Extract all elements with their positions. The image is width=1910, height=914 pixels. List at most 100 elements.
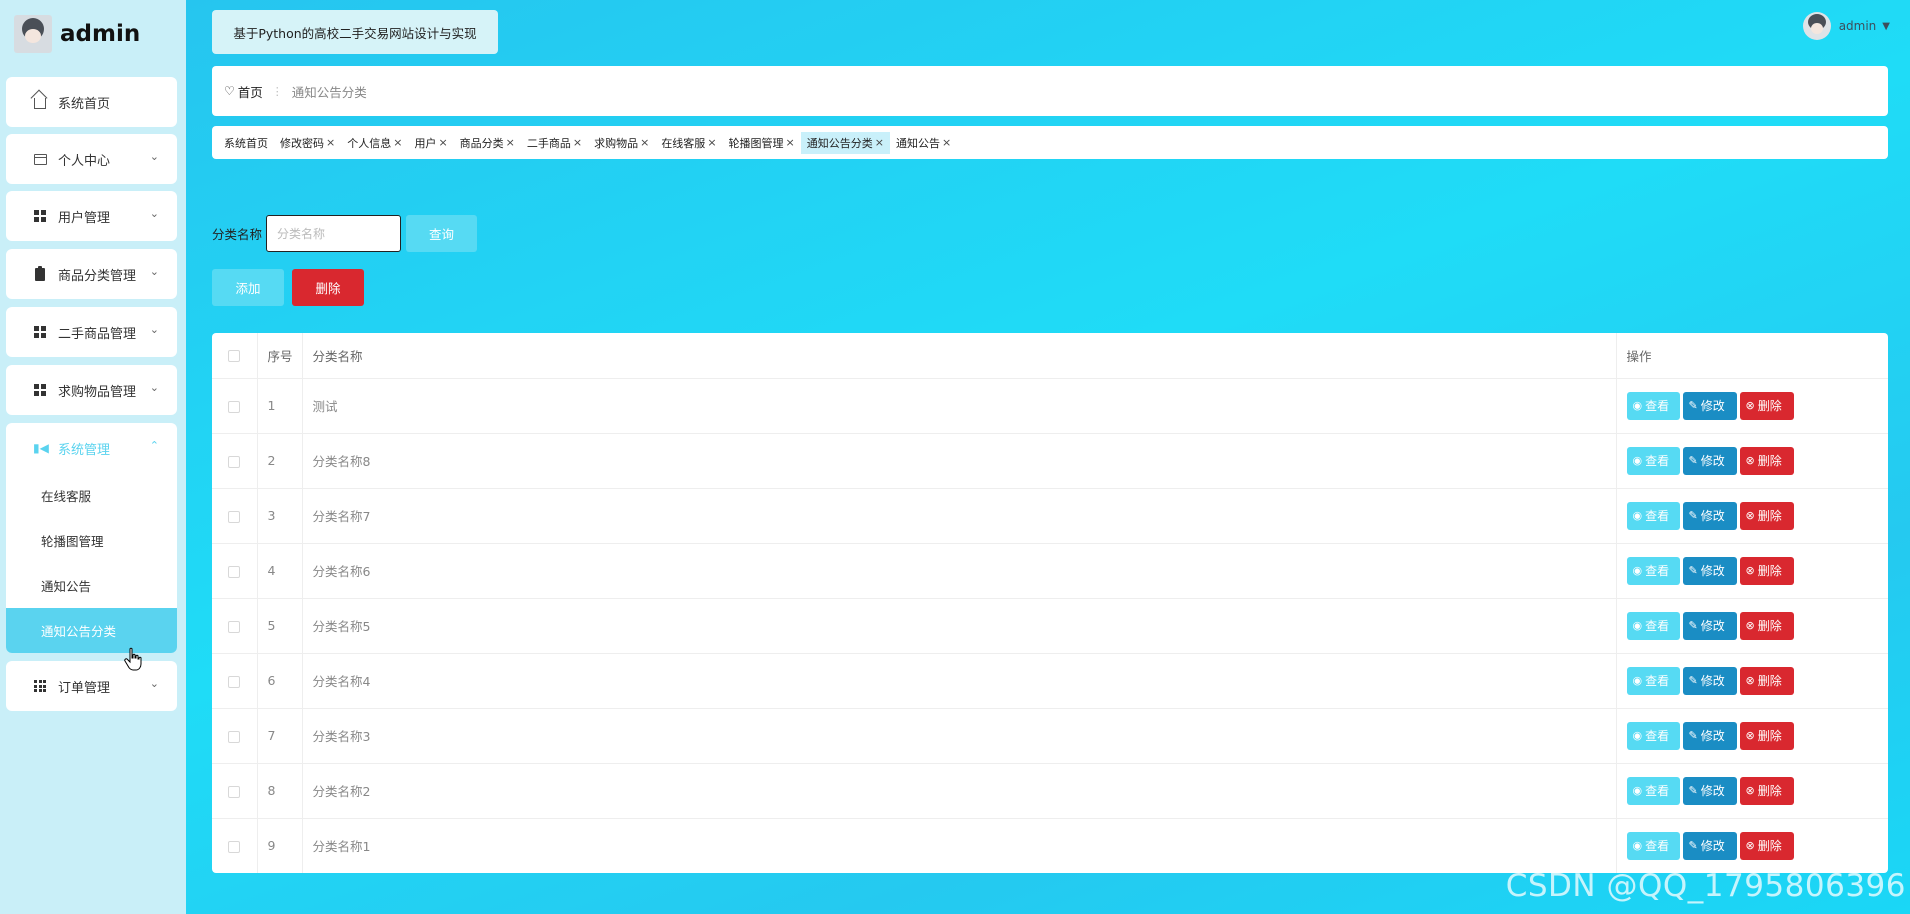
add-button[interactable]: 添加 (212, 269, 284, 306)
delete-button[interactable]: ⊗ 删除 (1739, 776, 1794, 805)
tab-item[interactable]: 轮播图管理 × (723, 132, 801, 154)
batch-delete-button[interactable]: 删除 (292, 269, 364, 306)
select-all-checkbox[interactable] (228, 350, 241, 363)
row-checkbox[interactable] (228, 400, 241, 413)
sidebar-item-user-management[interactable]: 用户管理 ⌄ (6, 191, 177, 241)
view-button[interactable]: ◉ 查看 (1626, 446, 1680, 475)
main-area: 基于Python的高校二手交易网站设计与实现 admin ▼ ♡ 首页 ⋮ 通知… (186, 0, 1910, 914)
close-icon[interactable]: × (393, 136, 402, 149)
tab-item[interactable]: 用户 × (408, 132, 453, 154)
column-header-ops: 操作 (1616, 333, 1888, 379)
edit-button[interactable]: ✎ 修改 (1682, 556, 1737, 585)
row-checkbox[interactable] (228, 840, 241, 853)
edit-label: 修改 (1700, 399, 1725, 413)
close-icon[interactable]: × (640, 136, 649, 149)
sidebar-item-order-management[interactable]: 订单管理 ⌄ (6, 661, 177, 711)
sidebar-item-home[interactable]: 系统首页 (6, 77, 177, 127)
tab-item[interactable]: 在线客服 × (655, 132, 722, 154)
view-button[interactable]: ◉ 查看 (1626, 831, 1680, 860)
edit-label: 修改 (1700, 839, 1725, 853)
view-button[interactable]: ◉ 查看 (1626, 776, 1680, 805)
delete-button[interactable]: ⊗ 删除 (1739, 556, 1794, 585)
sidebar-subitem-notice-category[interactable]: 通知公告分类 (6, 608, 177, 653)
close-icon[interactable]: × (786, 136, 795, 149)
tab-label: 个人信息 (347, 136, 392, 150)
tab-item[interactable]: 二手商品 × (521, 132, 588, 154)
search-input[interactable] (266, 215, 402, 252)
edit-button[interactable]: ✎ 修改 (1682, 666, 1737, 695)
breadcrumb-home[interactable]: 首页 (238, 82, 263, 101)
edit-button[interactable]: ✎ 修改 (1682, 446, 1737, 475)
close-icon[interactable]: × (438, 136, 447, 149)
delete-button[interactable]: ⊗ 删除 (1739, 831, 1794, 860)
circle-x-icon: ⊗ (1745, 674, 1755, 687)
close-icon[interactable]: × (326, 136, 335, 149)
sidebar-item-label: 商品分类管理 (58, 268, 137, 284)
delete-button[interactable]: ⊗ 删除 (1739, 666, 1794, 695)
delete-label: 删除 (1757, 564, 1782, 578)
row-checkbox[interactable] (228, 620, 241, 633)
edit-button[interactable]: ✎ 修改 (1682, 776, 1737, 805)
view-button[interactable]: ◉ 查看 (1626, 721, 1680, 750)
tab-item[interactable]: 个人信息 × (341, 132, 408, 154)
circle-x-icon: ⊗ (1745, 619, 1755, 632)
edit-button[interactable]: ✎ 修改 (1682, 831, 1737, 860)
edit-button[interactable]: ✎ 修改 (1682, 391, 1737, 420)
tab-item[interactable]: 通知公告分类 × (800, 131, 890, 154)
user-menu[interactable]: admin ▼ (1802, 12, 1890, 40)
tab-item[interactable]: 修改密码 × (274, 132, 341, 154)
delete-label: 删除 (1757, 454, 1782, 468)
delete-button[interactable]: ⊗ 删除 (1739, 501, 1794, 530)
sidebar-item-wanted-items[interactable]: 求购物品管理 ⌄ (6, 365, 177, 415)
sidebar-item-system-management[interactable]: ▮◀ 系统管理 ⌃ (6, 423, 177, 473)
sidebar-item-label: 用户管理 (58, 210, 111, 226)
delete-button[interactable]: ⊗ 删除 (1739, 611, 1794, 640)
row-index: 8 (257, 763, 303, 819)
table-row: 5 分类名称5 ◉ 查看 ✎ 修改 ⊗ 删除 (212, 598, 1888, 654)
view-button[interactable]: ◉ 查看 (1626, 556, 1680, 585)
row-checkbox[interactable] (228, 565, 241, 578)
sidebar-subitem-notice[interactable]: 通知公告 (6, 563, 177, 608)
delete-button[interactable]: ⊗ 删除 (1739, 391, 1794, 420)
edit-button[interactable]: ✎ 修改 (1682, 501, 1737, 530)
view-label: 查看 (1645, 839, 1670, 853)
view-button[interactable]: ◉ 查看 (1626, 391, 1680, 420)
sidebar-subitem-online-service[interactable]: 在线客服 (6, 473, 177, 518)
row-checkbox[interactable] (228, 675, 241, 688)
tab-item[interactable]: 求购物品 × (588, 132, 655, 154)
edit-button[interactable]: ✎ 修改 (1682, 611, 1737, 640)
view-button[interactable]: ◉ 查看 (1626, 666, 1680, 695)
sidebar-item-secondhand-goods[interactable]: 二手商品管理 ⌄ (6, 307, 177, 357)
row-ops: ◉ 查看 ✎ 修改 ⊗ 删除 (1616, 488, 1888, 544)
tab-item[interactable]: 系统首页 (218, 132, 274, 154)
delete-button[interactable]: ⊗ 删除 (1739, 721, 1794, 750)
tab-item[interactable]: 通知公告 × (890, 132, 957, 154)
tab-item[interactable]: 商品分类 × (454, 132, 521, 154)
row-checkbox[interactable] (228, 455, 241, 468)
row-checkbox[interactable] (228, 785, 241, 798)
query-button[interactable]: 查询 (406, 215, 478, 252)
row-name: 分类名称6 (302, 543, 1617, 599)
view-button[interactable]: ◉ 查看 (1626, 501, 1680, 530)
view-button[interactable]: ◉ 查看 (1626, 611, 1680, 640)
sidebar-item-category-management[interactable]: 商品分类管理 ⌄ (6, 249, 177, 299)
row-ops: ◉ 查看 ✎ 修改 ⊗ 删除 (1616, 708, 1888, 764)
table-row: 9 分类名称1 ◉ 查看 ✎ 修改 ⊗ 删除 (212, 818, 1888, 873)
column-header-name[interactable]: 分类名称 (302, 333, 1617, 379)
close-icon[interactable]: × (875, 136, 884, 149)
sidebar-item-personal-center[interactable]: 个人中心 ⌄ (6, 134, 177, 184)
eye-icon: ◉ (1632, 564, 1643, 577)
table-row: 6 分类名称4 ◉ 查看 ✎ 修改 ⊗ 删除 (212, 653, 1888, 709)
close-icon[interactable]: × (942, 136, 951, 149)
row-ops: ◉ 查看 ✎ 修改 ⊗ 删除 (1616, 818, 1888, 873)
row-ops: ◉ 查看 ✎ 修改 ⊗ 删除 (1616, 543, 1888, 599)
delete-button[interactable]: ⊗ 删除 (1739, 446, 1794, 475)
close-icon[interactable]: × (707, 136, 716, 149)
row-checkbox[interactable] (228, 510, 241, 523)
close-icon[interactable]: × (506, 136, 515, 149)
row-checkbox[interactable] (228, 730, 241, 743)
delete-label: 删除 (1757, 784, 1782, 798)
close-icon[interactable]: × (573, 136, 582, 149)
edit-button[interactable]: ✎ 修改 (1682, 721, 1737, 750)
sidebar-subitem-carousel[interactable]: 轮播图管理 (6, 518, 177, 563)
